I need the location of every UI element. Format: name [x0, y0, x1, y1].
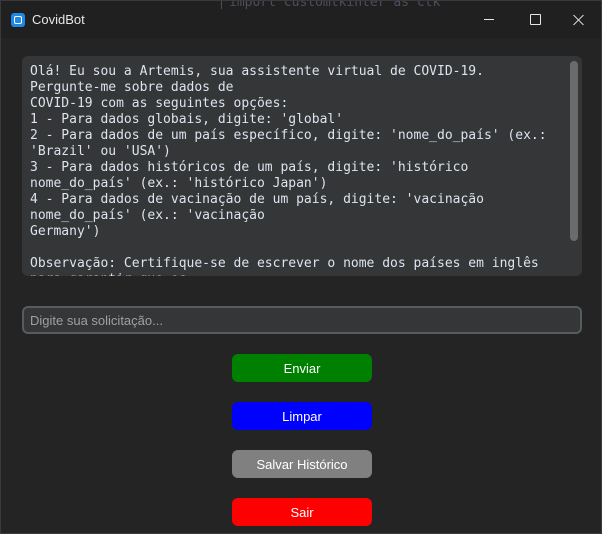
exit-button[interactable]: Sair	[232, 498, 372, 526]
app-window: CovidBot import customtkinter as ctk Olá…	[0, 0, 602, 534]
close-button[interactable]	[556, 1, 601, 38]
window-title: CovidBot	[32, 12, 85, 27]
chat-history[interactable]: Olá! Eu sou a Artemis, sua assistente vi…	[22, 56, 582, 276]
app-icon	[11, 13, 25, 27]
minimize-button[interactable]	[466, 1, 512, 38]
maximize-button[interactable]	[512, 1, 558, 38]
minimize-icon	[484, 19, 494, 20]
chat-scrollbar[interactable]	[570, 61, 578, 241]
chat-history-text: Olá! Eu sou a Artemis, sua assistente vi…	[30, 64, 547, 276]
send-button[interactable]: Enviar	[232, 354, 372, 382]
request-input[interactable]	[22, 306, 582, 334]
background-editor-text: import customtkinter as ctk	[220, 1, 440, 10]
close-icon	[573, 14, 585, 26]
title-bar[interactable]: CovidBot import customtkinter as ctk	[1, 1, 601, 38]
maximize-icon	[529, 14, 541, 25]
clear-button[interactable]: Limpar	[232, 402, 372, 430]
save-history-button[interactable]: Salvar Histórico	[232, 450, 372, 478]
